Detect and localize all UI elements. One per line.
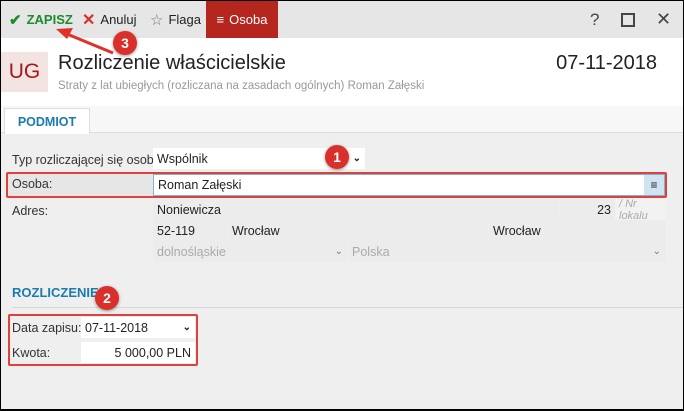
annotation-badge-2: 2 <box>95 286 119 310</box>
window: ✔ ZAPISZ ✕ Anuluj ☆ Flaga ≡ Osoba ? ✕ UG Roz… <box>1 1 683 409</box>
annotation-arrow <box>56 28 114 55</box>
annotation-badge-1: 1 <box>325 145 349 169</box>
annotation-badge-3: 3 <box>113 31 137 55</box>
